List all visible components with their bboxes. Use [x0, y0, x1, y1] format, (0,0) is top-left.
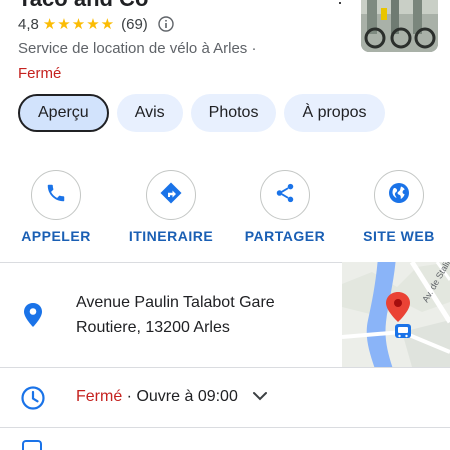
- place-category: Service de location de vélo à Arles ·: [18, 40, 257, 57]
- address-line-1: Avenue Paulin Talabot Gare: [76, 294, 275, 311]
- directions-icon: [159, 181, 183, 210]
- tab-bar: Aperçu Avis Photos À propos: [18, 94, 385, 132]
- place-title: Taco and Co: [18, 0, 148, 12]
- address-text: Avenue Paulin Talabot Gare Routiere, 132…: [76, 290, 326, 340]
- map-thumbnail[interactable]: Av. de Stalin: [342, 262, 450, 367]
- action-buttons: APPELER ITINERAIRE PARTAGER SITE WEB: [0, 170, 450, 250]
- open-status: Fermé: [18, 65, 62, 82]
- star-rating-icon: ★★★★★: [42, 16, 116, 33]
- share-button[interactable]: PARTAGER: [235, 170, 335, 244]
- location-pin-icon: [22, 302, 44, 328]
- place-photo-thumbnail[interactable]: [361, 0, 438, 52]
- info-icon[interactable]: [158, 16, 174, 32]
- hours-separator: ·: [122, 388, 137, 405]
- rating-value: 4,8: [18, 15, 39, 33]
- divider: [0, 427, 450, 428]
- rating-row[interactable]: 4,8 ★★★★★ (69): [18, 13, 174, 35]
- website-label: SITE WEB: [363, 228, 435, 244]
- globe-icon: [387, 181, 411, 210]
- address-row[interactable]: Avenue Paulin Talabot Gare Routiere, 132…: [0, 262, 450, 367]
- phone-icon: [45, 182, 67, 209]
- address-line-2: Routiere, 13200 Arles: [76, 319, 230, 336]
- call-label: APPELER: [21, 228, 91, 244]
- next-row-icon: [22, 440, 42, 450]
- tab-reviews[interactable]: Avis: [116, 94, 183, 132]
- review-count: (69): [121, 15, 148, 33]
- more-options-icon[interactable]: ·: [337, 0, 343, 13]
- chevron-down-icon[interactable]: [250, 386, 270, 406]
- call-button[interactable]: APPELER: [6, 170, 106, 244]
- hours-closed-label: Fermé: [76, 388, 123, 405]
- tab-about[interactable]: À propos: [284, 94, 385, 132]
- clock-icon: [20, 385, 46, 411]
- share-icon: [274, 182, 296, 209]
- directions-button[interactable]: ITINERAIRE: [121, 170, 221, 244]
- share-label: PARTAGER: [244, 228, 326, 244]
- website-button[interactable]: SITE WEB: [349, 170, 449, 244]
- hours-row[interactable]: Fermé · Ouvre à 09:00: [0, 368, 450, 426]
- tab-photos[interactable]: Photos: [190, 94, 277, 132]
- tab-overview[interactable]: Aperçu: [18, 94, 109, 132]
- hours-status: Fermé · Ouvre à 09:00: [76, 388, 238, 406]
- directions-label: ITINERAIRE: [128, 228, 214, 244]
- hours-opens-label: Ouvre à 09:00: [136, 388, 238, 405]
